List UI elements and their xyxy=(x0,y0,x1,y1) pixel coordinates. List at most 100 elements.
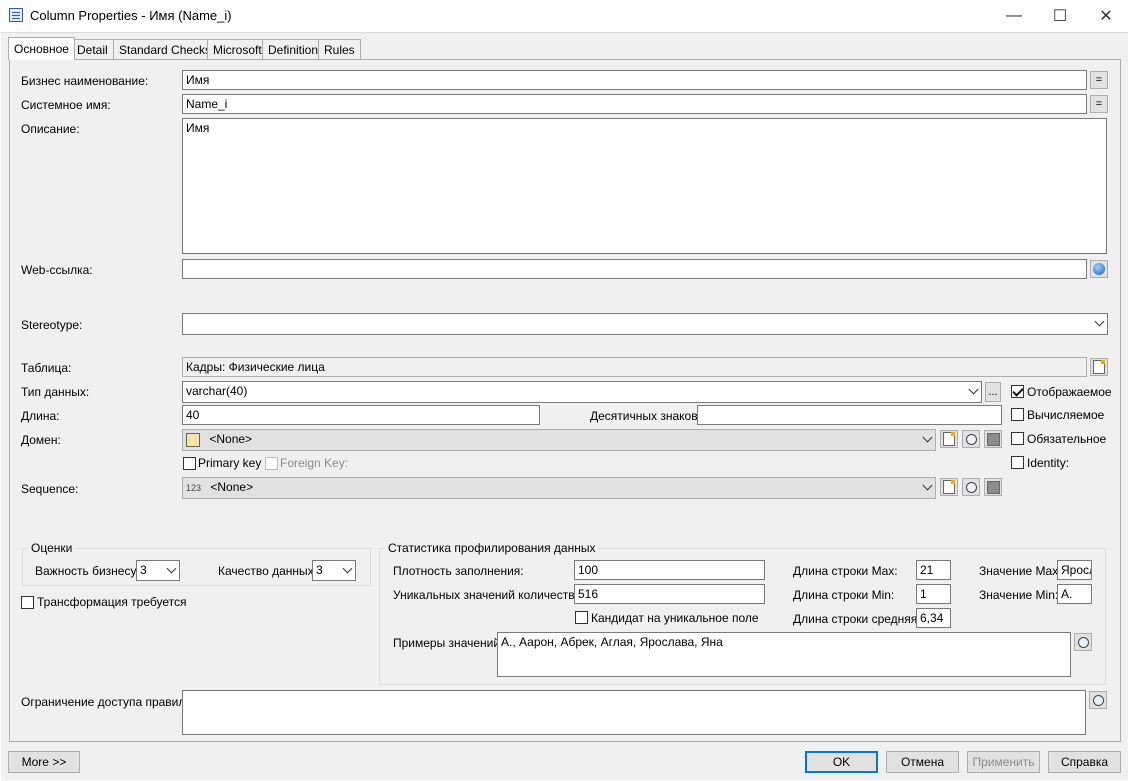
business-name-input[interactable]: Имя xyxy=(182,70,1087,90)
min-value-label: Значение Min: xyxy=(979,588,1059,602)
foreign-key-label: Foreign Key: xyxy=(280,456,349,470)
max-length-label: Длина строки Max: xyxy=(793,564,898,578)
length-label: Длина: xyxy=(21,409,60,423)
sequence-create-button[interactable] xyxy=(940,478,958,496)
business-importance-label: Важность бизнесу: xyxy=(35,564,140,578)
tab-microsoft[interactable]: Microsoft xyxy=(207,39,268,59)
primary-key-label: Primary key xyxy=(198,456,262,470)
sequence-select[interactable]: 123 <None> xyxy=(182,477,936,499)
avg-length-input[interactable]: 6,34 xyxy=(916,608,951,628)
ratings-title: Оценки xyxy=(28,541,76,555)
domain-value: <None> xyxy=(209,432,253,446)
data-quality-select[interactable]: 3 xyxy=(312,560,356,581)
tab-standard-checks[interactable]: Standard Checks xyxy=(113,39,218,59)
unique-count-label: Уникальных значений количество: xyxy=(393,588,585,602)
decimals-label: Десятичных знаков: xyxy=(590,409,701,423)
transform-required-label: Трансформация требуется xyxy=(37,595,187,609)
access-rule-view-button[interactable] xyxy=(1089,691,1107,709)
datatype-value: varchar(40) xyxy=(186,384,248,398)
max-value-label: Значение Max: xyxy=(979,564,1062,578)
domain-select[interactable]: <None> xyxy=(182,429,936,451)
tab-definition[interactable]: Definition xyxy=(262,39,325,59)
description-label: Описание: xyxy=(21,122,80,136)
sample-values-label: Примеры значений: xyxy=(393,636,504,650)
globe-icon xyxy=(1093,263,1105,275)
table-icon xyxy=(9,8,23,22)
unique-count-input[interactable]: 516 xyxy=(574,584,765,604)
identity-checkbox[interactable] xyxy=(1011,456,1024,469)
system-name-eq-button[interactable]: = xyxy=(1090,95,1108,113)
minimize-button[interactable]: — xyxy=(991,0,1037,32)
length-input[interactable]: 40 xyxy=(182,405,540,425)
business-importance-value: 3 xyxy=(140,563,147,577)
unique-candidate-checkbox[interactable] xyxy=(575,611,588,624)
avg-length-label: Длина строки средняя: xyxy=(793,612,921,626)
chevron-down-icon xyxy=(968,384,979,395)
computed-checkbox[interactable] xyxy=(1011,408,1024,421)
datatype-ellipsis-button[interactable]: ... xyxy=(985,382,1001,402)
tab-detail[interactable]: Detail xyxy=(71,39,114,59)
magnifier-icon xyxy=(965,433,977,445)
datatype-label: Тип данных: xyxy=(21,385,90,399)
chevron-down-icon xyxy=(922,480,933,491)
min-value-input[interactable]: А. xyxy=(1057,584,1092,604)
table-label: Таблица: xyxy=(21,361,72,375)
domain-icon xyxy=(186,432,200,447)
sequence-find-button[interactable] xyxy=(962,478,980,496)
sequence-properties-button[interactable] xyxy=(984,478,1002,496)
magnifier-icon xyxy=(1092,694,1104,706)
business-name-eq-button[interactable]: = xyxy=(1090,71,1108,89)
chevron-down-icon xyxy=(342,563,353,574)
more-button[interactable]: More >> xyxy=(8,751,80,773)
business-name-label: Бизнес наименование: xyxy=(21,74,149,88)
table-properties-button[interactable] xyxy=(1090,358,1108,376)
fill-density-label: Плотность заполнения: xyxy=(393,564,524,578)
open-url-button[interactable] xyxy=(1090,260,1108,278)
properties-icon xyxy=(986,480,1000,494)
access-rule-textarea[interactable] xyxy=(182,690,1086,735)
business-importance-select[interactable]: 3 xyxy=(136,560,180,581)
foreign-key-checkbox xyxy=(265,457,278,470)
description-textarea[interactable]: Имя xyxy=(182,118,1107,254)
mandatory-label: Обязательное xyxy=(1027,432,1107,446)
close-button[interactable]: ✕ xyxy=(1083,0,1129,32)
max-length-input[interactable]: 21 xyxy=(916,560,951,580)
cancel-button[interactable]: Отмена xyxy=(886,751,959,773)
help-button[interactable]: Справка xyxy=(1048,751,1121,773)
displayed-label: Отображаемое xyxy=(1027,385,1112,399)
sample-values-textarea[interactable]: А., Аарон, Абрек, Аглая, Ярослава, Яна xyxy=(497,632,1071,677)
min-length-input[interactable]: 1 xyxy=(916,584,951,604)
system-name-input[interactable]: Name_i xyxy=(182,94,1087,114)
web-link-input[interactable] xyxy=(182,259,1087,279)
max-value-input[interactable]: Ярослава xyxy=(1057,560,1092,580)
data-quality-label: Качество данных: xyxy=(218,564,317,578)
access-rule-label: Ограничение доступа правило: xyxy=(21,695,196,709)
table-input: Кадры: Физические лица xyxy=(182,357,1087,377)
primary-key-checkbox[interactable] xyxy=(183,457,196,470)
stereotype-select[interactable] xyxy=(182,313,1108,335)
ok-button[interactable]: OK xyxy=(805,751,878,773)
new-document-icon xyxy=(943,480,955,494)
sequence-value: <None> xyxy=(210,480,254,494)
mandatory-checkbox[interactable] xyxy=(1011,432,1024,445)
domain-find-button[interactable] xyxy=(962,430,980,448)
unique-candidate-label: Кандидат на уникальное поле xyxy=(591,611,759,625)
tab-osnovnoe[interactable]: Основное xyxy=(8,37,75,60)
properties-icon xyxy=(1093,360,1105,374)
title-bar: Column Properties - Имя (Name_i) — ☐ ✕ xyxy=(0,0,1129,32)
decimals-input[interactable] xyxy=(697,405,1002,425)
transform-required-checkbox[interactable] xyxy=(21,596,34,609)
maximize-button[interactable]: ☐ xyxy=(1037,0,1083,32)
window-title: Column Properties - Имя (Name_i) xyxy=(30,8,232,23)
datatype-combobox[interactable]: varchar(40) xyxy=(182,381,982,403)
tab-rules[interactable]: Rules xyxy=(318,39,361,59)
sequence-label: Sequence: xyxy=(21,482,79,496)
domain-create-button[interactable] xyxy=(940,430,958,448)
domain-properties-button[interactable] xyxy=(984,430,1002,448)
fill-density-input[interactable]: 100 xyxy=(574,560,765,580)
magnifier-icon xyxy=(1077,636,1089,648)
computed-label: Вычисляемое xyxy=(1027,408,1105,422)
displayed-checkbox[interactable] xyxy=(1011,385,1024,398)
domain-label: Домен: xyxy=(21,433,61,447)
sample-values-view-button[interactable] xyxy=(1074,633,1092,651)
